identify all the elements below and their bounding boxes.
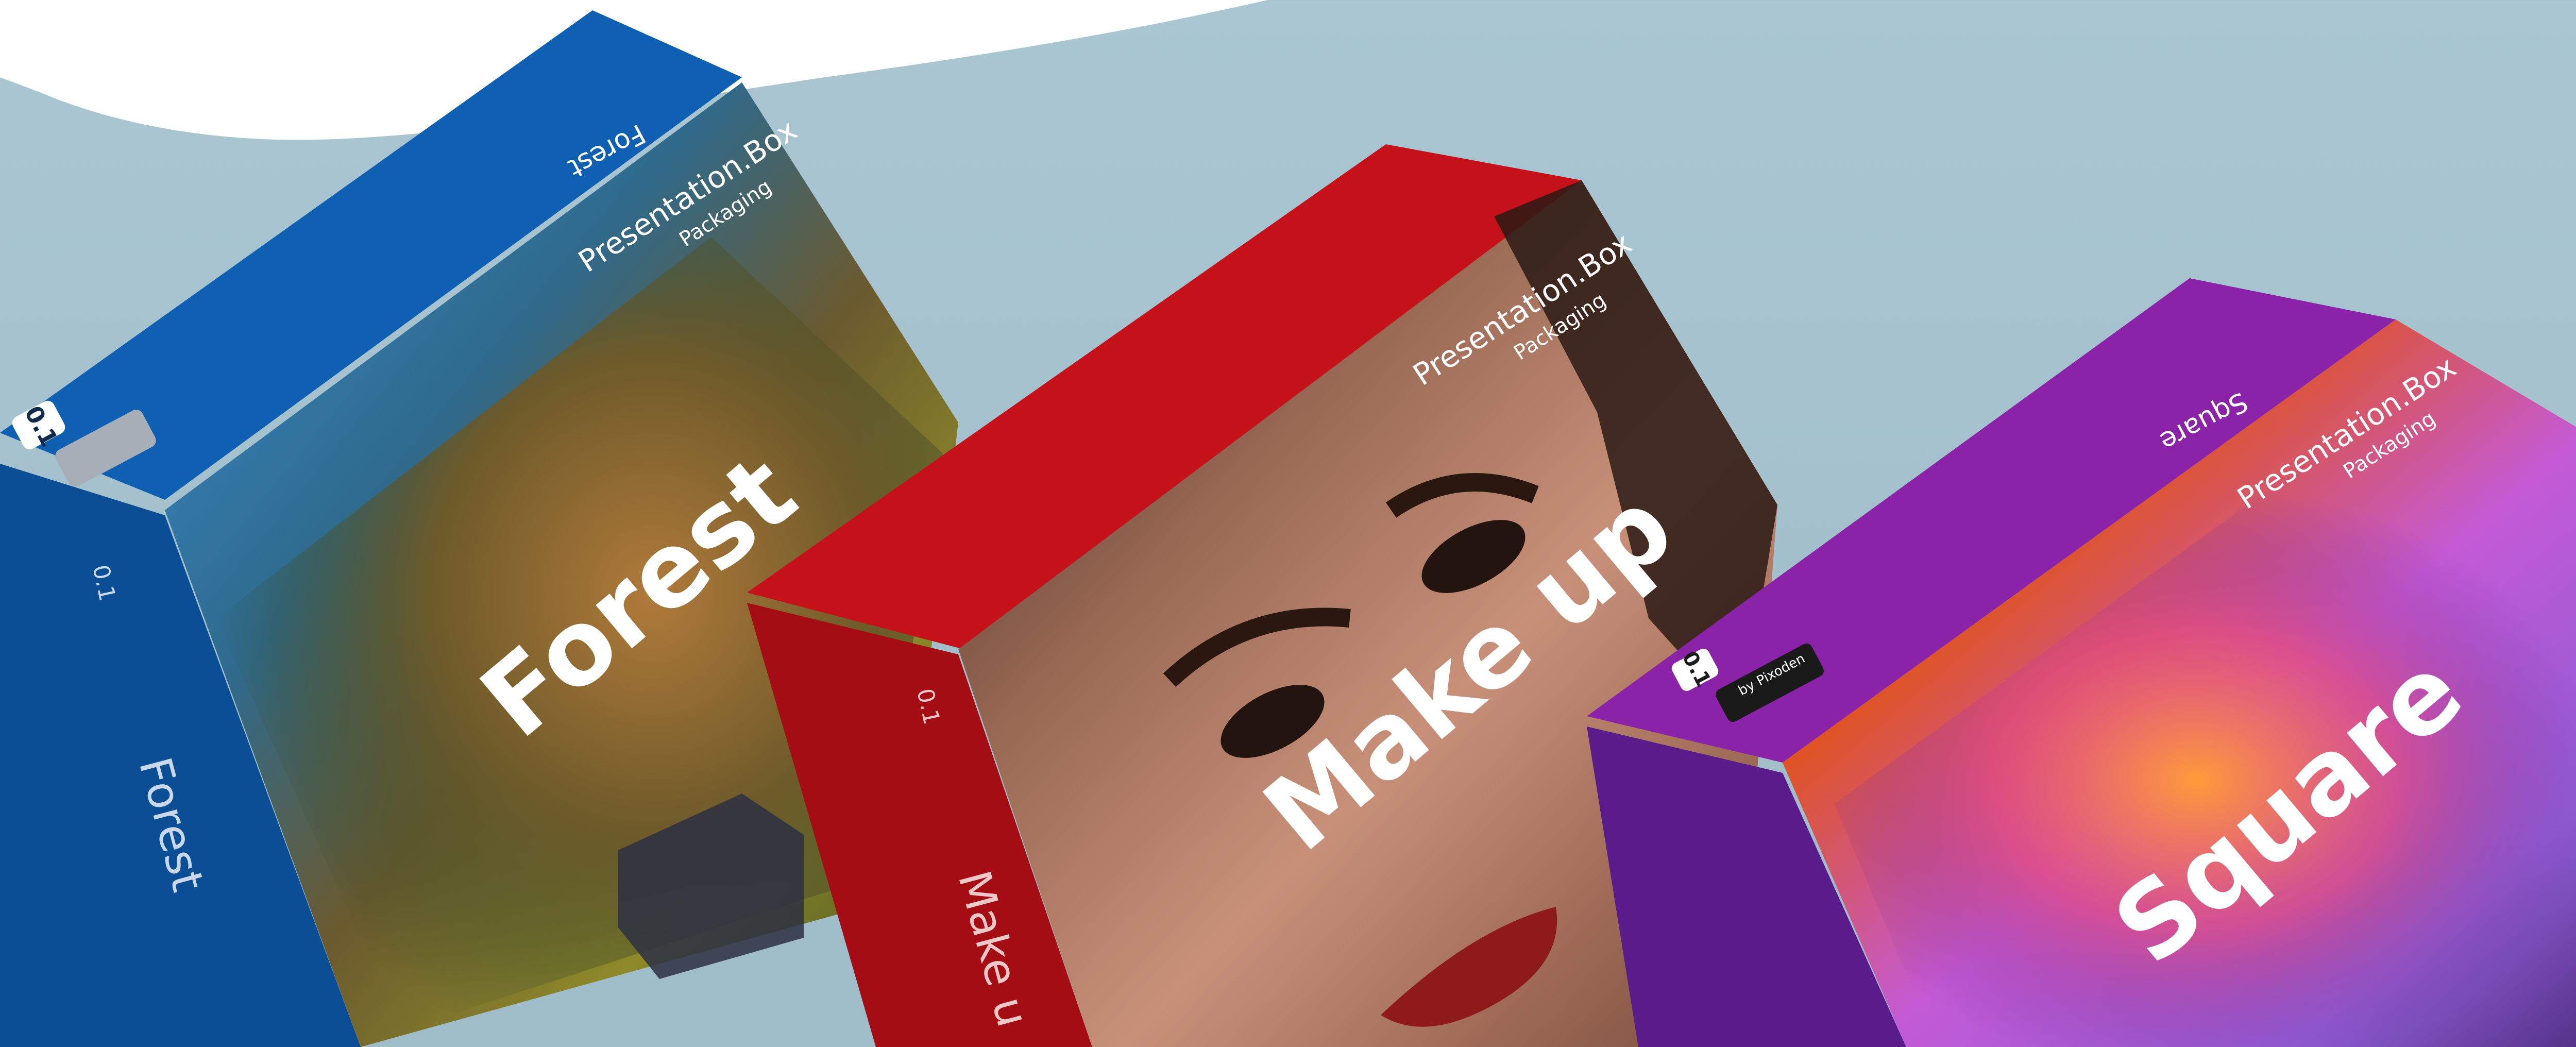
square-box: 0.1 by Pixoden Square Presentation.Box P… (1587, 278, 2576, 1047)
forest-box: 0.1 Forest Presentation.Box Packaging Fo… (0, 10, 958, 1047)
packaging-scene: 0.1 Forest Presentation.Box Packaging Fo… (0, 0, 2576, 1047)
